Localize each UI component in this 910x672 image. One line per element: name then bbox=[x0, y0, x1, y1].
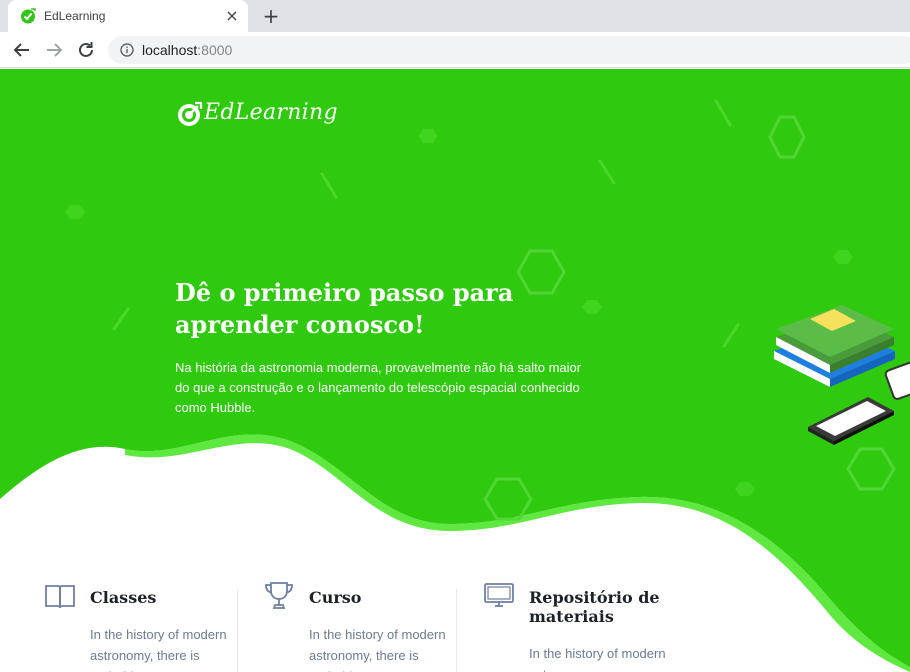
logo-target-icon bbox=[178, 101, 203, 126]
feature-title: Curso bbox=[309, 588, 362, 607]
feature-repositorio: Repositório de materiais In the history … bbox=[483, 579, 683, 672]
feature-classes: Classes In the history of modern astrono… bbox=[44, 579, 244, 672]
address-bar[interactable]: localhost:8000 bbox=[108, 36, 910, 64]
features-section: Classes In the history of modern astrono… bbox=[0, 579, 910, 672]
new-tab-button[interactable]: + bbox=[260, 5, 282, 27]
book-icon bbox=[45, 585, 75, 609]
monitor-icon bbox=[484, 583, 514, 607]
feature-text: In the history of modern astronomy bbox=[529, 646, 666, 672]
hero-title: Dê o primeiro passo para aprender conosc… bbox=[175, 278, 514, 339]
feature-text: In the history of modern astronomy, ther… bbox=[309, 627, 446, 672]
page-viewport: EdLearning Dê o primeiro passo para apre… bbox=[0, 69, 910, 672]
tab-title: EdLearning bbox=[44, 9, 106, 23]
browser-tab[interactable]: EdLearning × bbox=[8, 0, 248, 32]
feature-title: Repositório de materiais bbox=[529, 588, 660, 626]
logo-text: EdLearning bbox=[204, 100, 338, 125]
books-and-phone-illustration bbox=[774, 305, 910, 445]
info-icon[interactable] bbox=[120, 43, 134, 57]
edlearning-favicon-icon bbox=[21, 8, 36, 24]
url-text: localhost:8000 bbox=[142, 42, 232, 58]
feature-curso: Curso In the history of modern astronomy… bbox=[263, 579, 463, 672]
trophy-icon bbox=[265, 582, 293, 609]
reload-icon[interactable] bbox=[74, 38, 98, 62]
feature-text: In the history of modern astronomy, ther… bbox=[90, 627, 227, 672]
feature-divider bbox=[237, 589, 238, 672]
url-host: localhost bbox=[142, 42, 198, 58]
browser-tab-strip: EdLearning × + bbox=[0, 0, 910, 32]
forward-arrow-icon[interactable] bbox=[42, 38, 66, 62]
back-arrow-icon[interactable] bbox=[10, 38, 34, 62]
hero-description: Na história da astronomia moderna, prova… bbox=[175, 360, 582, 415]
feature-title: Classes bbox=[90, 588, 157, 607]
browser-toolbar: localhost:8000 bbox=[0, 32, 910, 68]
url-port: :8000 bbox=[197, 42, 233, 58]
tab-close-icon[interactable]: × bbox=[224, 8, 240, 24]
feature-divider bbox=[456, 589, 457, 672]
